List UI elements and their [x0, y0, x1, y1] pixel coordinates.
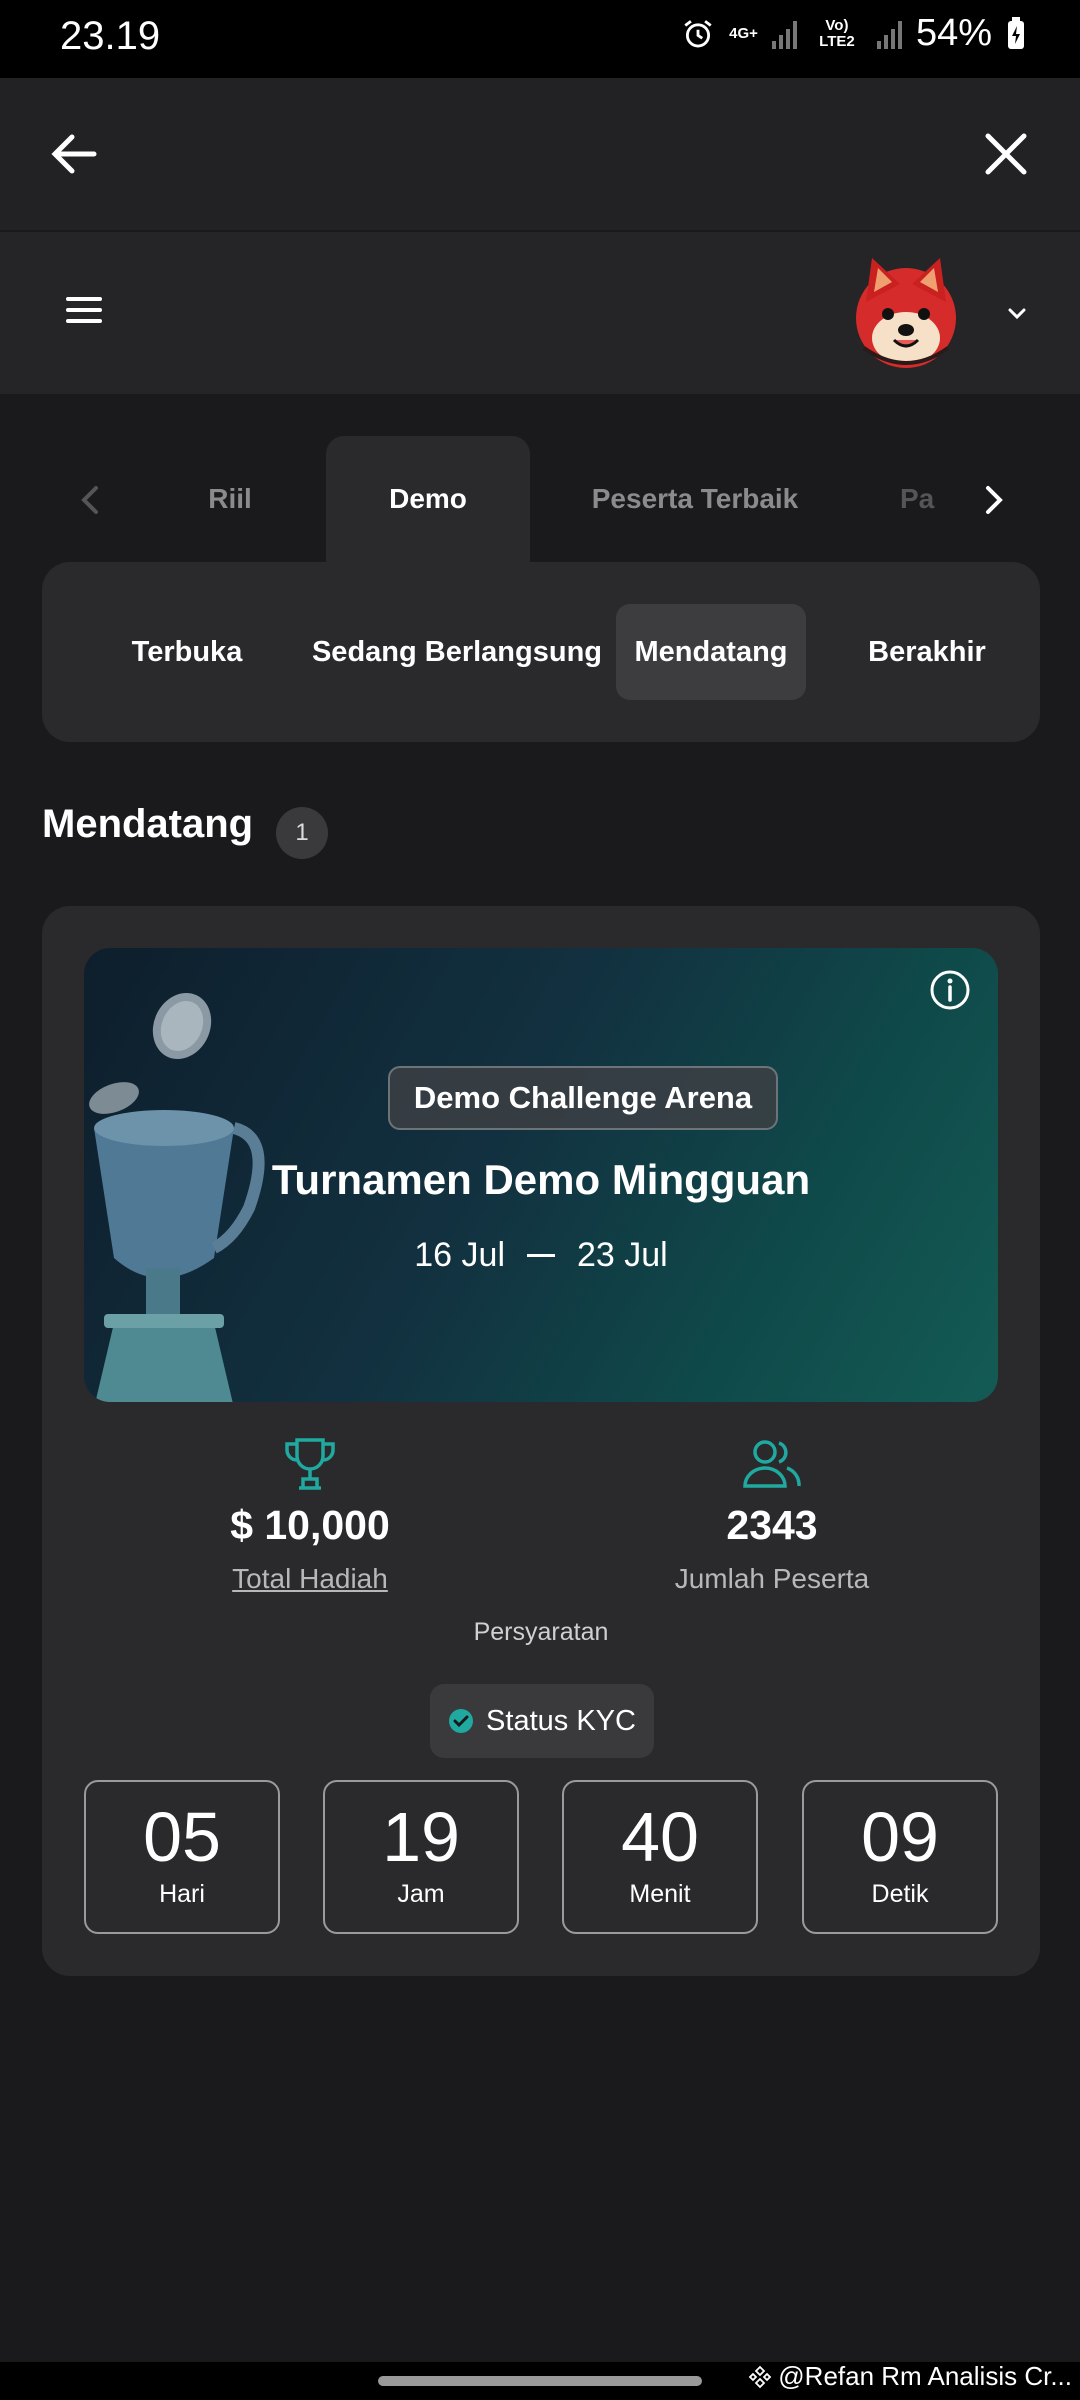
top-action-bar: [0, 78, 1080, 230]
date-end: 23 Jul: [577, 1236, 668, 1274]
signal-icon: [771, 19, 797, 49]
date-start: 16 Jul: [414, 1236, 505, 1274]
users-icon: [743, 1440, 801, 1488]
battery-charging-icon: [1008, 16, 1024, 49]
section-count-badge: 1: [276, 807, 328, 859]
home-indicator[interactable]: [378, 2376, 702, 2386]
tab-riil[interactable]: Riil: [170, 436, 290, 562]
chevron-left-icon[interactable]: [72, 480, 108, 520]
filter-mendatang[interactable]: Mendatang: [616, 604, 806, 700]
alarm-icon: [684, 19, 712, 47]
tournament-title: Turnamen Demo Mingguan: [271, 1156, 811, 1203]
menu-icon[interactable]: [64, 290, 104, 330]
tournament-dates: 16 Jul 23 Jul: [84, 1236, 998, 1275]
countdown-minutes: 40 Menit: [562, 1780, 758, 1934]
status-filter-panel: Terbuka Sedang Berlangsung Mendatang Ber…: [42, 562, 1040, 742]
account-type-tabs: Riil Demo Peserta Terbaik Pa: [0, 436, 1080, 562]
countdown-unit: Detik: [871, 1880, 929, 1908]
prize-label-link[interactable]: Total Hadiah: [160, 1563, 460, 1595]
info-icon[interactable]: [928, 968, 972, 1012]
prize-value: $ 10,000: [230, 1502, 390, 1548]
trophy-icon: [285, 1438, 335, 1490]
tab-more[interactable]: Pa: [900, 436, 960, 562]
signal-icon-2: [876, 19, 902, 49]
chevron-right-icon[interactable]: [976, 480, 1012, 520]
watermark: @Refan Rm Analisis Cr...: [748, 2361, 1072, 2392]
check-circle-icon: [449, 1709, 474, 1733]
status-bar: 23.19 4G+ Vo) LTE2 54%: [0, 0, 1080, 78]
section-title: Mendatang: [42, 802, 254, 846]
tab-peserta-terbaik[interactable]: Peserta Terbaik: [560, 436, 830, 562]
tournament-card[interactable]: Demo Challenge Arena Turnamen Demo Mingg…: [42, 906, 1040, 1976]
shiba-avatar-icon[interactable]: [850, 252, 962, 372]
chevron-down-icon[interactable]: [1002, 298, 1032, 328]
tournament-type-badge: Demo Challenge Arena: [388, 1066, 778, 1130]
status-icons: 4G+ Vo) LTE2 54%: [681, 12, 1026, 55]
app-header: [0, 232, 1080, 394]
filter-sedang-berlangsung[interactable]: Sedang Berlangsung: [282, 604, 632, 700]
countdown-unit: Menit: [629, 1880, 691, 1908]
close-icon[interactable]: [976, 124, 1036, 184]
watermark-text: @Refan Rm Analisis Cr...: [778, 2361, 1072, 2391]
network-type: 4G+: [729, 24, 758, 42]
kyc-label: Status KYC: [486, 1704, 636, 1737]
binance-logo-icon: [749, 2365, 772, 2388]
countdown-value: 19: [382, 1798, 460, 1876]
participants-stat: 2343 Jumlah Peserta: [622, 1436, 922, 1595]
tab-demo[interactable]: Demo: [326, 436, 530, 562]
network-type-2: Vo) LTE2: [819, 16, 855, 50]
countdown-value: 40: [621, 1798, 699, 1876]
kyc-status-chip: Status KYC: [430, 1684, 654, 1758]
filter-berakhir[interactable]: Berakhir: [832, 604, 1022, 700]
participants-label: Jumlah Peserta: [674, 1563, 870, 1594]
tournament-banner[interactable]: Demo Challenge Arena Turnamen Demo Mingg…: [84, 948, 998, 1402]
participants-value: 2343: [726, 1502, 818, 1548]
requirements-label: Persyaratan: [473, 1618, 609, 1646]
battery-percent: 54%: [915, 12, 992, 54]
countdown-hours: 19 Jam: [323, 1780, 519, 1934]
countdown-unit: Jam: [397, 1880, 445, 1908]
countdown-days: 05 Hari: [84, 1780, 280, 1934]
countdown-value: 09: [861, 1798, 939, 1876]
countdown-value: 05: [143, 1798, 221, 1876]
date-separator: [527, 1254, 555, 1257]
prize-stat: $ 10,000 Total Hadiah: [160, 1436, 460, 1595]
back-arrow-icon[interactable]: [44, 124, 104, 184]
countdown-seconds: 09 Detik: [802, 1780, 998, 1934]
countdown-unit: Hari: [159, 1880, 205, 1908]
filter-terbuka[interactable]: Terbuka: [92, 604, 282, 700]
status-time: 23.19: [60, 14, 161, 58]
